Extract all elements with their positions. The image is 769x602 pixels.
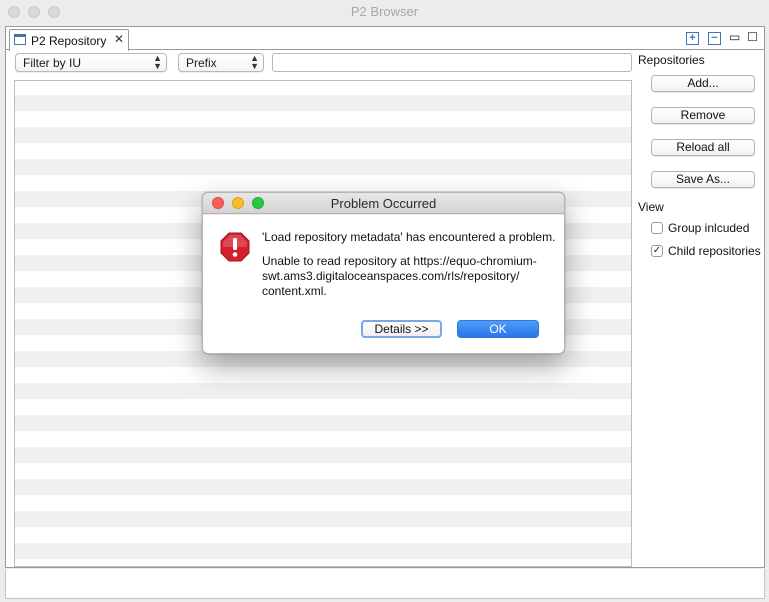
- child-repositories-checkbox[interactable]: ✓: [651, 245, 663, 257]
- expand-all-icon[interactable]: +: [686, 32, 699, 45]
- tab-close-icon[interactable]: ✕: [114, 32, 124, 46]
- dialog-titlebar: Problem Occurred: [203, 193, 564, 214]
- detail-line: Unable to read repository at https://equ…: [262, 254, 537, 268]
- detail-line: content.xml.: [262, 284, 327, 298]
- group-included-checkbox[interactable]: [651, 222, 663, 234]
- dialog-body: 'Load repository metadata' has encounter…: [203, 215, 564, 353]
- select-arrows-icon: ▲ ▼: [153, 53, 162, 71]
- maximize-view-icon[interactable]: ☐: [747, 30, 758, 44]
- dialog-detail: Unable to read repository at https://equ…: [262, 254, 552, 299]
- status-bar: [5, 569, 765, 599]
- reload-all-button[interactable]: Reload all: [651, 139, 755, 156]
- collapse-all-icon[interactable]: −: [708, 32, 721, 45]
- view-heading: View: [638, 200, 664, 214]
- group-included-label: Group inlcuded: [668, 221, 750, 235]
- save-as-button[interactable]: Save As...: [651, 171, 755, 188]
- window-title: P2 Browser: [350, 4, 419, 19]
- filter-by-select[interactable]: Filter by IU ▲ ▼: [15, 53, 167, 72]
- dialog-message: 'Load repository metadata' has encounter…: [262, 230, 556, 244]
- child-repositories-label: Child repositories: [668, 244, 761, 258]
- repositories-heading: Repositories: [638, 53, 705, 67]
- add-repository-button[interactable]: Add...: [651, 75, 755, 92]
- minimize-view-icon[interactable]: ▭: [729, 30, 740, 44]
- search-input[interactable]: [272, 53, 632, 72]
- problem-dialog: Problem Occurred 'Load repository metada…: [202, 192, 565, 354]
- window-titlebar: P2 Browser: [0, 0, 769, 24]
- view-tabbar: P2 Repository ✕ + − ▭ ☐: [6, 27, 764, 51]
- select-arrows-icon: ▲ ▼: [250, 53, 259, 71]
- filter-by-value: Filter by IU: [23, 56, 82, 70]
- p2-browser-window: P2 Browser P2 Repository ✕ + − ▭ ☐ Filte…: [0, 0, 769, 602]
- error-icon: [220, 232, 250, 262]
- match-mode-select[interactable]: Prefix ▲ ▼: [178, 53, 264, 72]
- tab-label: P2 Repository: [31, 34, 107, 48]
- details-button[interactable]: Details >>: [361, 320, 442, 338]
- ok-button[interactable]: OK: [457, 320, 539, 338]
- detail-line: swt.ams3.digitaloceanspaces.com/rls/repo…: [262, 269, 520, 283]
- remove-repository-button[interactable]: Remove: [651, 107, 755, 124]
- match-mode-value: Prefix: [186, 56, 217, 70]
- dialog-title: Problem Occurred: [330, 196, 437, 211]
- view-icon: [14, 34, 26, 45]
- tab-p2-repository[interactable]: P2 Repository ✕: [9, 29, 129, 51]
